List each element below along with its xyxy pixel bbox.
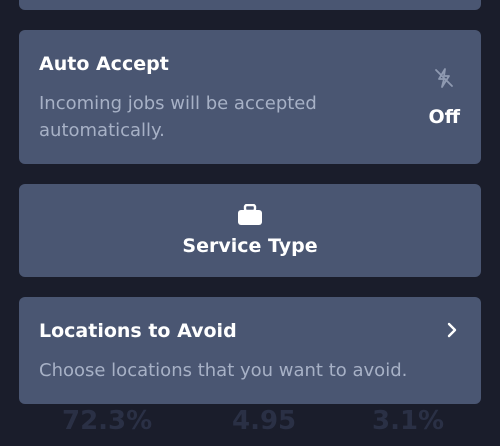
briefcase-icon [238, 204, 262, 225]
chevron-right-icon [447, 322, 457, 338]
stat-rating: 4.95 [232, 406, 297, 436]
auto-accept-description: Incoming jobs will be accepted automatic… [39, 93, 317, 141]
locations-description: Choose locations that you want to avoid. [39, 360, 408, 381]
locations-title: Locations to Avoid [39, 320, 237, 342]
service-type-title: Service Type [182, 235, 318, 257]
auto-accept-card[interactable]: Auto Accept Incoming jobs will be accept… [19, 30, 481, 164]
settings-screen: Auto Accept Incoming jobs will be accept… [0, 0, 500, 446]
service-type-card[interactable]: Service Type [19, 184, 481, 277]
stats-row: 72.3% 4.95 3.1% [0, 406, 500, 446]
lightning-off-icon[interactable] [433, 67, 455, 89]
stat-cancellation-rate: 3.1% [372, 406, 445, 436]
previous-card[interactable] [19, 0, 481, 10]
locations-to-avoid-card[interactable]: Locations to Avoid Choose locations that… [19, 297, 481, 404]
stat-acceptance-rate: 72.3% [62, 406, 153, 436]
auto-accept-title: Auto Accept [39, 53, 169, 75]
auto-accept-status[interactable]: Off [428, 106, 460, 128]
